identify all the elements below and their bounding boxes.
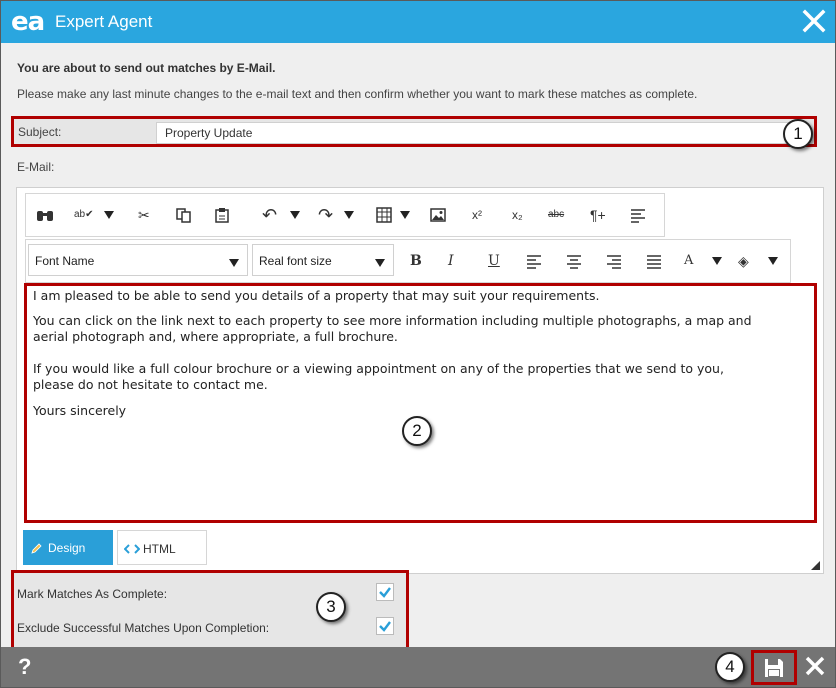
paste-icon[interactable]: [214, 206, 230, 224]
tab-html-label: HTML: [143, 542, 176, 556]
mark-complete-checkbox[interactable]: [376, 583, 394, 601]
callout-badge-3: 3: [316, 592, 346, 622]
email-paragraph: aerial photograph and, where appropriate…: [33, 329, 398, 344]
email-body-textarea[interactable]: I am pleased to be able to send you deta…: [24, 283, 817, 523]
redo-dropdown-icon[interactable]: [344, 211, 354, 219]
spellcheck-icon[interactable]: ab✔: [74, 206, 94, 224]
tab-html[interactable]: HTML: [117, 530, 207, 565]
pencil-icon: [31, 543, 42, 554]
tab-design[interactable]: Design: [23, 530, 113, 565]
intro-heading: You are about to send out matches by E-M…: [17, 61, 276, 75]
undo-dropdown-icon[interactable]: [290, 211, 300, 219]
editor-toolbar-format: Font Name Real font size B I U A ◈: [25, 239, 791, 283]
table-icon[interactable]: [376, 206, 392, 224]
highlight-dropdown-icon[interactable]: [768, 257, 778, 265]
checkmark-icon: [379, 587, 391, 598]
email-paragraph: You can click on the link next to each p…: [33, 313, 752, 328]
image-icon[interactable]: [430, 206, 446, 224]
copy-icon[interactable]: [176, 206, 192, 224]
subject-label: Subject:: [18, 125, 62, 139]
dialog-body: You are about to send out matches by E-M…: [1, 43, 835, 650]
save-icon: [765, 659, 783, 677]
table-dropdown-icon[interactable]: [400, 211, 410, 219]
spellcheck-dropdown-icon[interactable]: [104, 211, 114, 219]
save-button[interactable]: [751, 650, 797, 685]
tab-design-label: Design: [48, 541, 86, 555]
font-size-value: Real font size: [259, 254, 332, 268]
font-color-icon[interactable]: A: [684, 252, 693, 270]
callout-badge-4: 4: [715, 652, 745, 682]
cancel-close-icon[interactable]: [804, 655, 826, 677]
font-size-select[interactable]: Real font size: [252, 244, 394, 276]
align-justify-icon[interactable]: [646, 252, 662, 270]
dialog-footer: ? 4: [1, 647, 835, 687]
strikethrough-icon[interactable]: abc: [548, 206, 564, 224]
subscript-icon[interactable]: x₂: [512, 206, 523, 224]
cut-icon[interactable]: ✂: [138, 206, 150, 224]
superscript-icon[interactable]: x²: [472, 206, 482, 224]
email-paragraph: I am pleased to be able to send you deta…: [33, 288, 600, 303]
chevron-down-icon: [229, 259, 239, 267]
help-icon[interactable]: ?: [18, 654, 31, 680]
email-paragraph: please do not hesitate to contact me.: [33, 377, 268, 392]
email-paragraph: If you would like a full colour brochure…: [33, 361, 724, 376]
font-name-select[interactable]: Font Name: [28, 244, 248, 276]
align-center-icon[interactable]: [566, 252, 582, 270]
callout-badge-2: 2: [402, 416, 432, 446]
email-label: E-Mail:: [17, 160, 55, 174]
bold-icon[interactable]: B: [410, 252, 422, 270]
completion-options: Mark Matches As Complete: Exclude Succes…: [11, 570, 409, 650]
align-right-icon[interactable]: [606, 252, 622, 270]
chevron-down-icon: [375, 259, 385, 267]
editor-toolbar-top: ab✔ ✂ ↶ ↷ x² x₂ abc ¶+: [25, 193, 665, 237]
email-paragraph: Yours sincerely: [33, 403, 127, 418]
title-bar: ea Expert Agent: [1, 1, 835, 43]
code-icon: [124, 544, 140, 554]
underline-icon[interactable]: U: [488, 252, 500, 270]
find-icon[interactable]: [36, 206, 54, 224]
close-icon[interactable]: [801, 8, 827, 34]
highlight-color-icon[interactable]: ◈: [738, 252, 749, 270]
paragraph-format-icon[interactable]: [630, 206, 646, 224]
exclude-successful-label: Exclude Successful Matches Upon Completi…: [17, 621, 270, 635]
redo-icon[interactable]: ↷: [318, 206, 333, 224]
callout-badge-1: 1: [783, 119, 813, 149]
expert-agent-dialog: ea Expert Agent You are about to send ou…: [0, 0, 836, 688]
exclude-successful-checkbox[interactable]: [376, 617, 394, 635]
undo-icon[interactable]: ↶: [262, 206, 277, 224]
mark-complete-label: Mark Matches As Complete:: [17, 587, 168, 601]
italic-icon[interactable]: I: [448, 252, 454, 270]
email-editor: ab✔ ✂ ↶ ↷ x² x₂ abc ¶+ Font Name Real fo…: [16, 187, 824, 574]
resize-handle[interactable]: [811, 561, 820, 570]
font-name-value: Font Name: [35, 254, 95, 268]
subject-row: Subject:: [11, 116, 817, 147]
subject-input[interactable]: [156, 122, 806, 144]
font-color-dropdown-icon[interactable]: [712, 257, 722, 265]
ea-logo: ea: [11, 7, 45, 37]
align-left-icon[interactable]: [526, 252, 542, 270]
paragraph-icon[interactable]: ¶+: [590, 206, 606, 224]
intro-text: Please make any last minute changes to t…: [17, 87, 698, 101]
checkmark-icon: [379, 621, 391, 632]
window-title: Expert Agent: [55, 12, 153, 31]
